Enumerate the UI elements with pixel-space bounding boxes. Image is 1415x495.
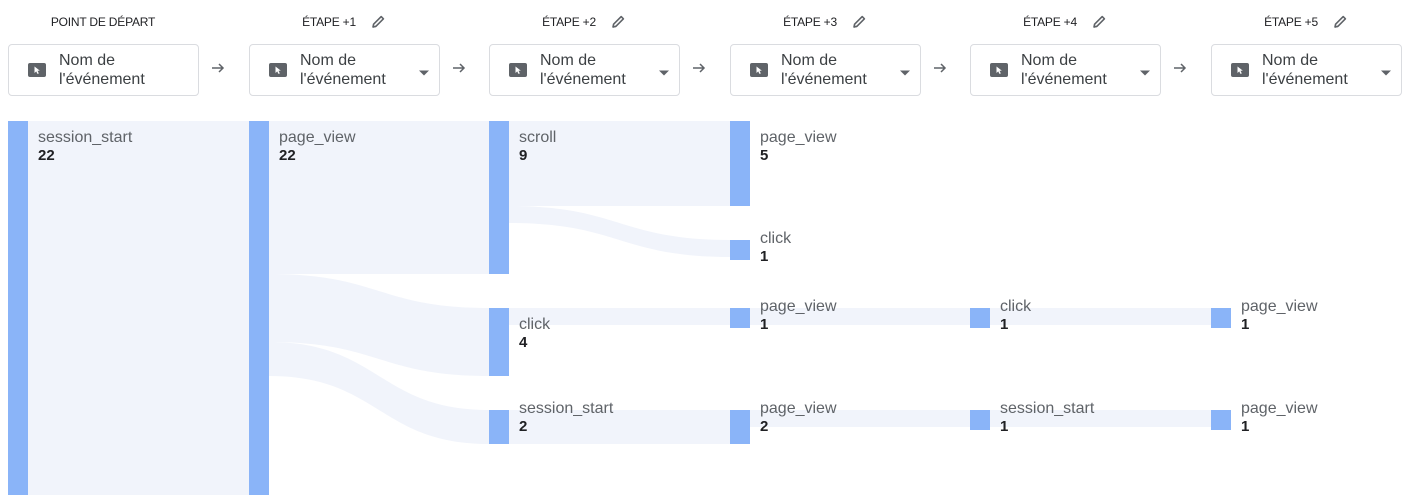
flow-node-n4b[interactable]	[970, 410, 990, 430]
node-event-name: session_start	[519, 400, 614, 417]
flow-node-n2c[interactable]	[489, 410, 509, 444]
node-event-name: page_view	[760, 298, 837, 315]
node-count: 1	[760, 316, 769, 333]
node-event-name: page_view	[1241, 298, 1318, 315]
node-event-name: page_view	[760, 400, 837, 417]
node-count: 22	[38, 147, 55, 164]
path-flow-diagram	[8, 121, 1231, 495]
flow-node-n3b[interactable]	[730, 240, 750, 260]
flow-node-n2b[interactable]	[489, 308, 509, 376]
node-event-name: session_start	[1000, 400, 1095, 417]
node-count: 9	[519, 147, 528, 164]
node-count: 5	[760, 147, 769, 164]
flow-node-n3a[interactable]	[730, 121, 750, 206]
node-event-name: page_view	[279, 129, 356, 146]
node-count: 22	[279, 147, 296, 164]
flow-node-n5b[interactable]	[1211, 410, 1231, 430]
flow-node-n5a[interactable]	[1211, 308, 1231, 328]
node-count: 1	[1241, 418, 1250, 435]
flow-node-n3c[interactable]	[730, 308, 750, 328]
flow-link-n2a-n3b[interactable]	[509, 206, 730, 257]
node-count: 2	[519, 418, 528, 435]
flow-node-n0[interactable]	[8, 121, 28, 495]
flow-link-n0-n1[interactable]	[28, 121, 249, 495]
node-event-name: click	[1000, 298, 1032, 315]
node-event-name: click	[519, 316, 551, 333]
node-event-name: page_view	[1241, 400, 1318, 417]
node-event-name: scroll	[519, 129, 557, 146]
node-event-name: session_start	[38, 129, 133, 146]
node-count: 1	[760, 248, 769, 265]
flow-node-n4a[interactable]	[970, 308, 990, 328]
node-count: 1	[1000, 316, 1009, 333]
node-count: 2	[760, 418, 769, 435]
flow-node-n2a[interactable]	[489, 121, 509, 274]
flow-node-n1[interactable]	[249, 121, 269, 495]
node-count: 1	[1241, 316, 1250, 333]
node-event-name: page_view	[760, 129, 837, 146]
node-event-name: click	[760, 230, 792, 247]
node-count: 1	[1000, 418, 1009, 435]
node-count: 4	[519, 334, 528, 351]
flow-node-n3d[interactable]	[730, 410, 750, 444]
